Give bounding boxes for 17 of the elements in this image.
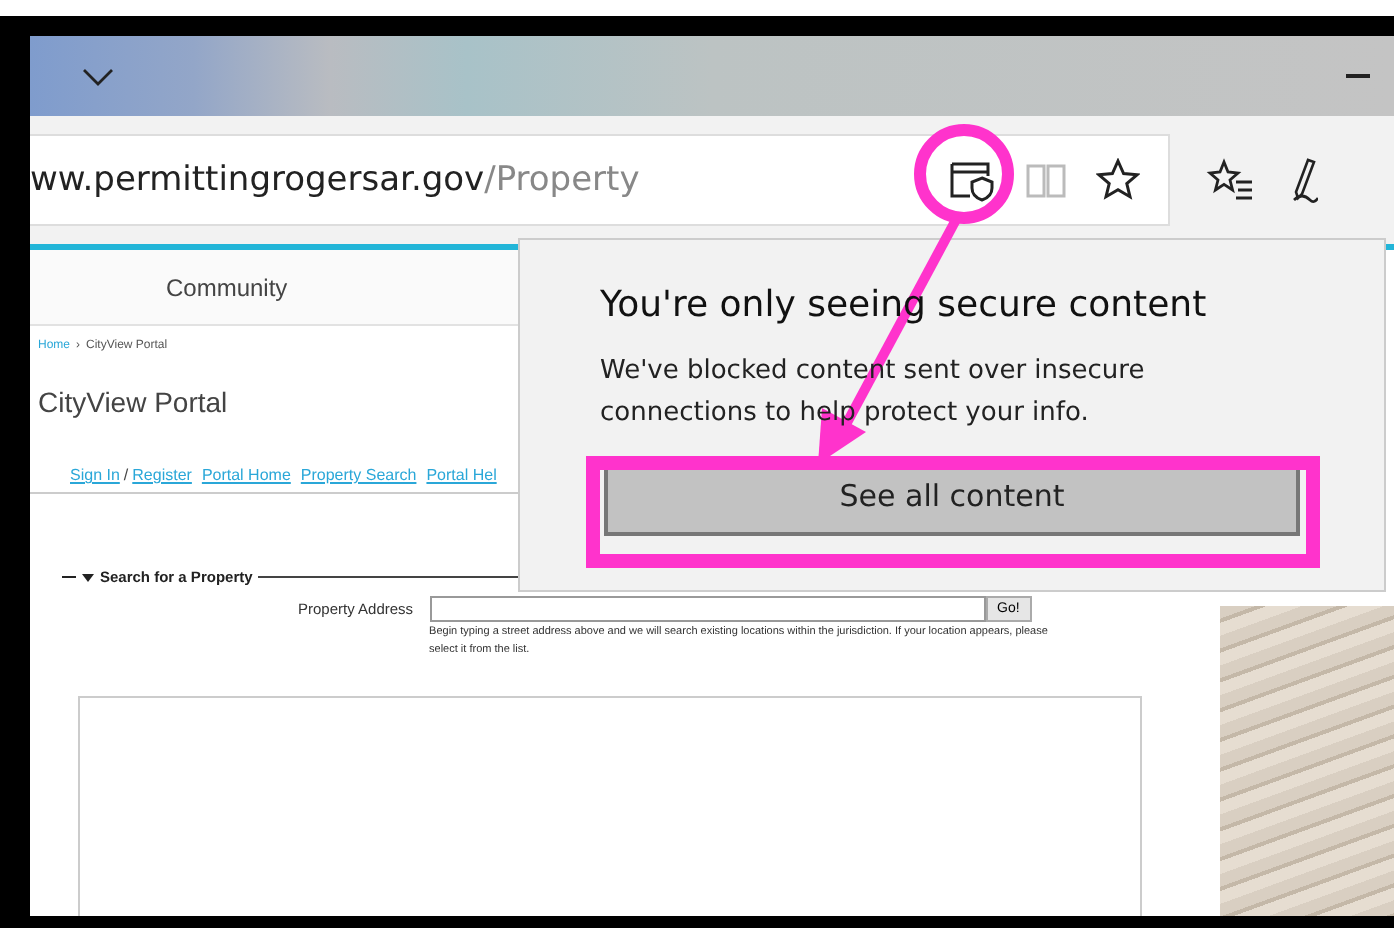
nav-link[interactable]: Property Search [300,466,417,484]
favorites-icon[interactable] [1206,158,1254,202]
nav-link[interactable]: Register [132,466,192,484]
nav-link[interactable]: Sign In [70,466,120,484]
chevron-down-icon[interactable] [82,67,114,85]
pen-icon[interactable] [1290,156,1318,204]
caret-icon[interactable] [82,573,94,581]
shield-icon[interactable] [948,158,996,202]
star-icon[interactable] [1096,158,1140,202]
nav-link[interactable]: Community [166,273,288,301]
page-title: CityView Portal [38,386,228,418]
link-separator: / [123,466,129,484]
nav-link[interactable]: Portal Hel [426,466,497,484]
highlight-circle [914,124,1014,224]
address-input[interactable] [429,596,986,622]
address-field[interactable]: ww.permittingrogersar.gov/Property [30,134,1170,226]
nav-link[interactable]: Portal Home [201,466,291,484]
